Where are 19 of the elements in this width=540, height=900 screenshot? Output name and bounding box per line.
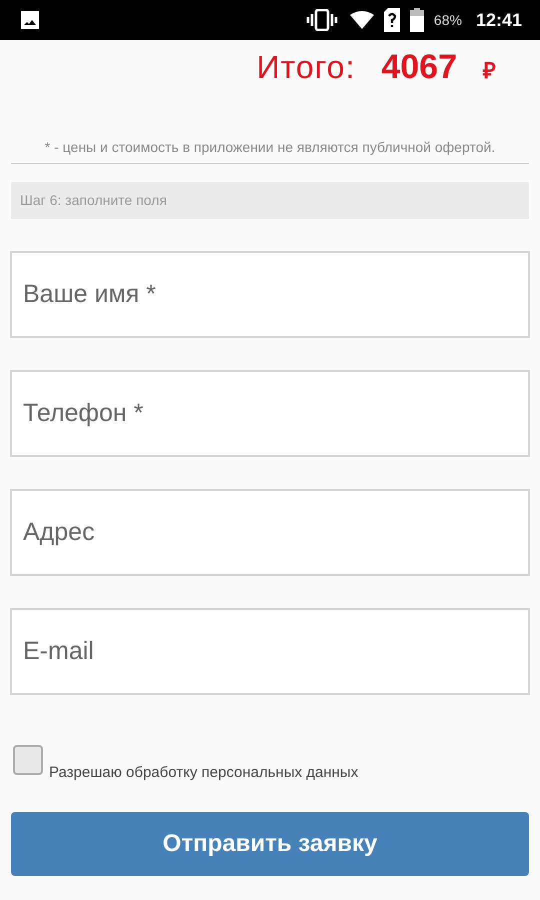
text-field[interactable]: Телефон * bbox=[10, 370, 530, 457]
battery-percent: 68% bbox=[434, 10, 462, 30]
consent-checkbox[interactable] bbox=[13, 745, 43, 775]
total-label: Итого: bbox=[256, 48, 356, 87]
consent-label: Разрешаю обработку персональных данных bbox=[49, 765, 358, 781]
text-field[interactable]: Адрес bbox=[10, 489, 530, 576]
text-field[interactable]: E-mail bbox=[10, 608, 530, 695]
total-amount: 4067 bbox=[381, 47, 457, 88]
text-field[interactable]: Ваше имя * bbox=[10, 251, 530, 338]
wifi-icon bbox=[350, 11, 374, 29]
battery-icon bbox=[410, 8, 424, 32]
image-icon bbox=[18, 8, 42, 32]
submit-button[interactable]: Отправить заявку bbox=[11, 812, 529, 876]
clock: 12:41 bbox=[476, 8, 522, 32]
vibrate-icon bbox=[306, 9, 338, 31]
sim-icon bbox=[384, 8, 400, 32]
disclaimer-text: * - цены и стоимость в приложении не являются публичной офертой. bbox=[44, 138, 496, 157]
currency-sign: ₽ bbox=[483, 57, 496, 85]
step-banner: Шаг 6: заполните поля bbox=[11, 182, 529, 219]
